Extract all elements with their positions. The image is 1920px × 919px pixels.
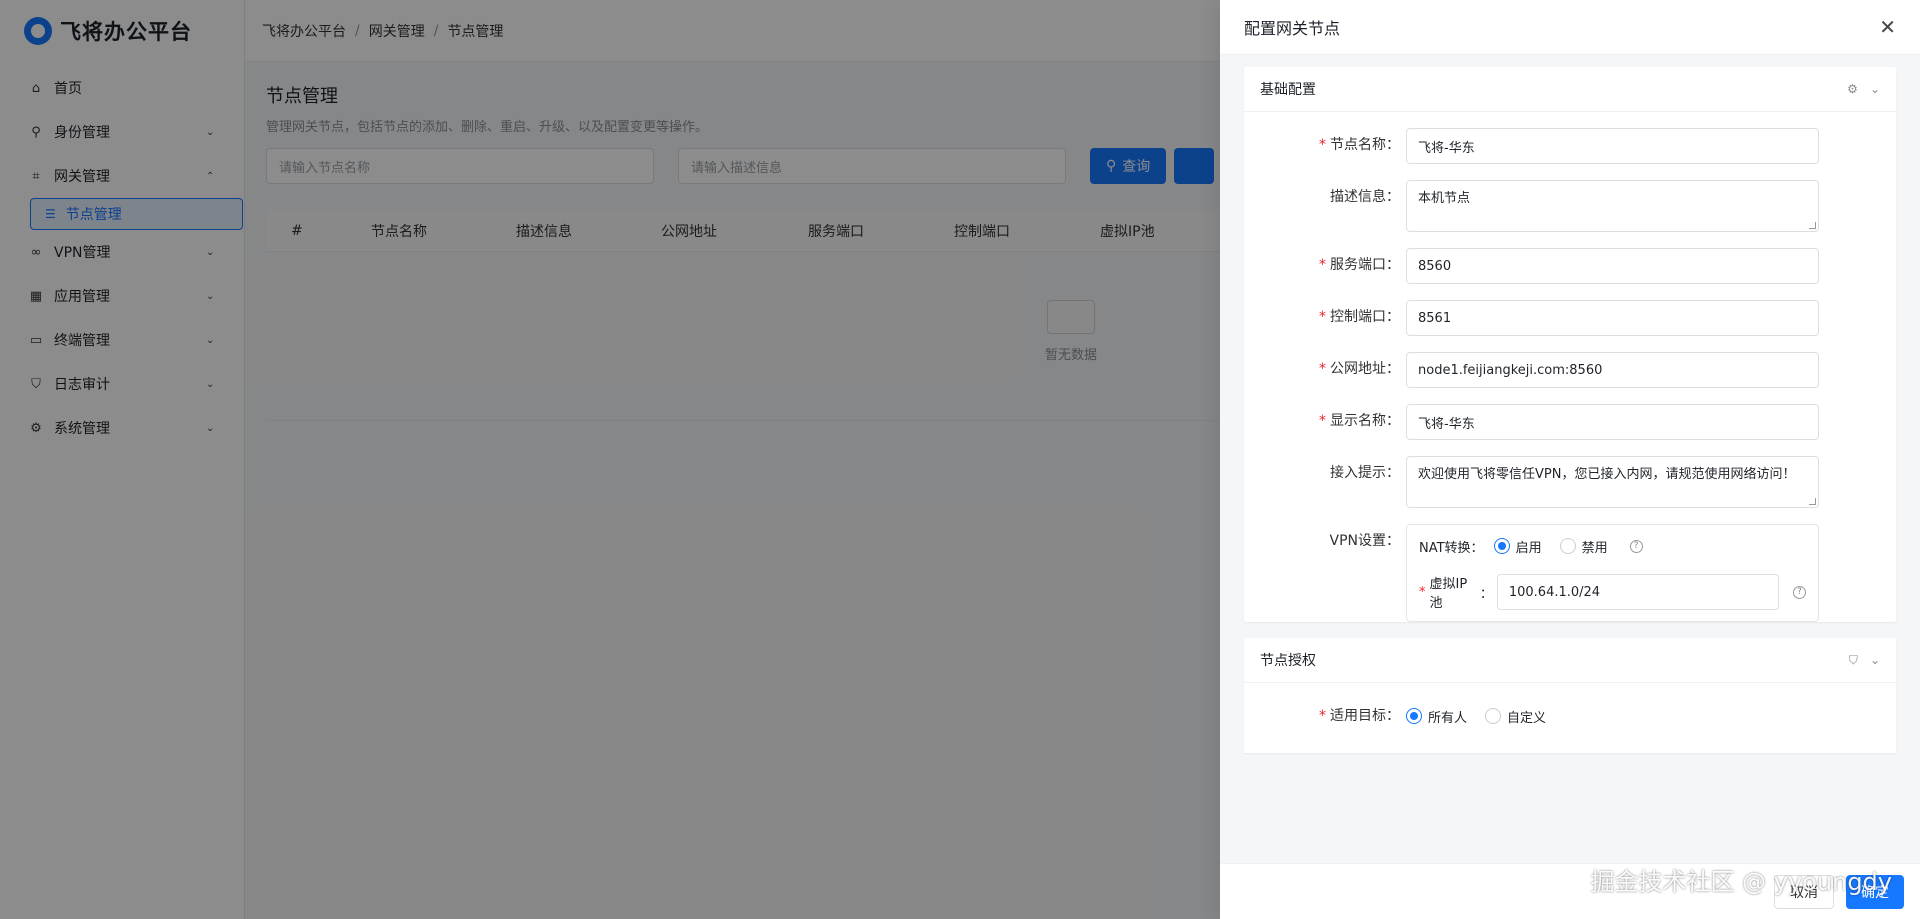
form-row-node-name: * 节点名称： 飞将-华东 bbox=[1260, 128, 1880, 164]
label-text: 控制端口 bbox=[1330, 309, 1386, 325]
node-name-input[interactable]: 飞将-华东 bbox=[1406, 128, 1819, 164]
drawer-title: 配置网关节点 bbox=[1244, 19, 1341, 38]
nat-label: NAT转换： bbox=[1419, 540, 1484, 556]
basic-config-card: 基础配置 ⚙ ⌄ * 节点名称： 飞将-华东 描述信息： 本机节点 * 服务端口： … bbox=[1244, 67, 1896, 622]
nat-row: NAT转换： 启用 禁用 ? bbox=[1419, 535, 1806, 557]
required-mark: * bbox=[1319, 708, 1326, 724]
form-label: * 公网地址： bbox=[1319, 361, 1400, 377]
card-body: * 适用目标： 所有人 自定义 bbox=[1244, 683, 1896, 753]
target-custom-label[interactable]: 自定义 bbox=[1507, 707, 1546, 726]
help-icon[interactable]: ? bbox=[1629, 539, 1643, 553]
required-mark: * bbox=[1319, 413, 1326, 429]
form-row-control-port: * 控制端口： 8561 bbox=[1260, 300, 1880, 336]
control-port-input[interactable]: 8561 bbox=[1406, 300, 1819, 336]
watermark: 掘金技术社区 @ yyoungdy bbox=[1590, 868, 1892, 896]
required-mark: * bbox=[1319, 361, 1326, 377]
form-label: 描述信息： bbox=[1330, 189, 1400, 205]
nat-enable-label[interactable]: 启用 bbox=[1516, 537, 1542, 556]
gear-icon[interactable]: ⚙ bbox=[1847, 82, 1858, 96]
service-port-input[interactable]: 8560 bbox=[1406, 248, 1819, 284]
nat-disable-radio[interactable] bbox=[1559, 538, 1576, 554]
description-textarea[interactable]: 本机节点 bbox=[1406, 180, 1819, 232]
card-title: 基础配置 bbox=[1260, 82, 1316, 98]
form-label: * 显示名称： bbox=[1319, 413, 1400, 429]
chevron-down-icon[interactable]: ⌄ bbox=[1870, 82, 1880, 96]
chevron-down-icon[interactable]: ⌄ bbox=[1870, 653, 1880, 667]
close-icon[interactable]: ✕ bbox=[1879, 17, 1896, 37]
label-text: VPN设置 bbox=[1329, 533, 1387, 549]
label-text: 公网地址 bbox=[1330, 361, 1386, 377]
ip-pool-input[interactable]: 100.64.1.0/24 bbox=[1496, 574, 1780, 610]
label-text: 适用目标 bbox=[1330, 708, 1386, 724]
required-mark: * bbox=[1319, 257, 1326, 273]
drawer-body: 基础配置 ⚙ ⌄ * 节点名称： 飞将-华东 描述信息： 本机节点 * 服务端口： … bbox=[1220, 55, 1920, 863]
target-radio-group: 所有人 自定义 bbox=[1406, 699, 1564, 733]
form-label: * 适用目标： bbox=[1319, 708, 1400, 724]
ip-pool-label: 虚拟IP池 bbox=[1429, 577, 1468, 611]
form-label: * 服务端口： bbox=[1319, 257, 1400, 273]
label-text: 显示名称 bbox=[1330, 413, 1386, 429]
ip-pool-row: * 虚拟IP池 ： 100.64.1.0/24 ? bbox=[1419, 573, 1806, 611]
card-body: * 节点名称： 飞将-华东 描述信息： 本机节点 * 服务端口： 8560 * 控制端… bbox=[1244, 112, 1896, 622]
drawer-header: 配置网关节点 ✕ bbox=[1220, 0, 1920, 55]
form-row-target: * 适用目标： 所有人 自定义 bbox=[1260, 699, 1880, 733]
target-custom-radio[interactable] bbox=[1485, 708, 1502, 724]
label-text: 描述信息 bbox=[1330, 189, 1386, 205]
label-colon: ： bbox=[1479, 586, 1493, 602]
target-everyone-label[interactable]: 所有人 bbox=[1428, 707, 1467, 726]
card-title: 节点授权 bbox=[1260, 653, 1316, 669]
label-text: 接入提示 bbox=[1330, 465, 1386, 481]
help-icon[interactable]: ? bbox=[1793, 585, 1806, 599]
form-label: * 控制端口： bbox=[1319, 309, 1400, 325]
label-text: 节点名称 bbox=[1330, 137, 1386, 153]
public-address-input[interactable]: node1.feijiangkeji.com:8560 bbox=[1406, 352, 1819, 388]
form-row-access-tip: 接入提示： 欢迎使用飞将零信任VPN，您已接入内网，请规范使用网络访问！ bbox=[1260, 456, 1880, 508]
form-row-vpn: VPN设置： NAT转换： 启用 禁用 ? * 虚拟IP池 ： 100.64.1.… bbox=[1260, 524, 1880, 622]
required-mark: * bbox=[1319, 309, 1326, 325]
display-name-input[interactable]: 飞将-华东 bbox=[1406, 404, 1819, 440]
form-label: * 节点名称： bbox=[1319, 137, 1400, 153]
required-mark: * bbox=[1319, 137, 1326, 153]
required-mark: * bbox=[1419, 584, 1426, 600]
form-row-description: 描述信息： 本机节点 bbox=[1260, 180, 1880, 232]
target-everyone-radio[interactable] bbox=[1406, 708, 1422, 724]
form-row-public-address: * 公网地址： node1.feijiangkeji.com:8560 bbox=[1260, 352, 1880, 388]
nat-enable-radio[interactable] bbox=[1493, 538, 1510, 554]
node-auth-card: 节点授权 ⛉ ⌄ * 适用目标： 所有人 自定义 bbox=[1244, 638, 1896, 753]
vpn-settings-box: NAT转换： 启用 禁用 ? * 虚拟IP池 ： 100.64.1.0/24 ? bbox=[1406, 524, 1819, 622]
card-tools: ⚙ ⌄ bbox=[1835, 82, 1880, 96]
card-header: 节点授权 ⛉ ⌄ bbox=[1244, 638, 1896, 683]
card-header: 基础配置 ⚙ ⌄ bbox=[1244, 67, 1896, 112]
access-tip-textarea[interactable]: 欢迎使用飞将零信任VPN，您已接入内网，请规范使用网络访问！ bbox=[1406, 456, 1819, 508]
form-label: VPN设置： bbox=[1329, 533, 1401, 549]
shield-icon[interactable]: ⛉ bbox=[1849, 653, 1858, 668]
label-text: 服务端口 bbox=[1330, 257, 1386, 273]
form-row-service-port: * 服务端口： 8560 bbox=[1260, 248, 1880, 284]
form-row-display-name: * 显示名称： 飞将-华东 bbox=[1260, 404, 1880, 440]
config-drawer: 配置网关节点 ✕ 基础配置 ⚙ ⌄ * 节点名称： 飞将-华东 描述信息： 本机节… bbox=[1220, 0, 1920, 919]
card-tools: ⛉ ⌄ bbox=[1837, 653, 1880, 668]
form-label: 接入提示： bbox=[1330, 465, 1400, 481]
nat-disable-label[interactable]: 禁用 bbox=[1582, 537, 1608, 556]
